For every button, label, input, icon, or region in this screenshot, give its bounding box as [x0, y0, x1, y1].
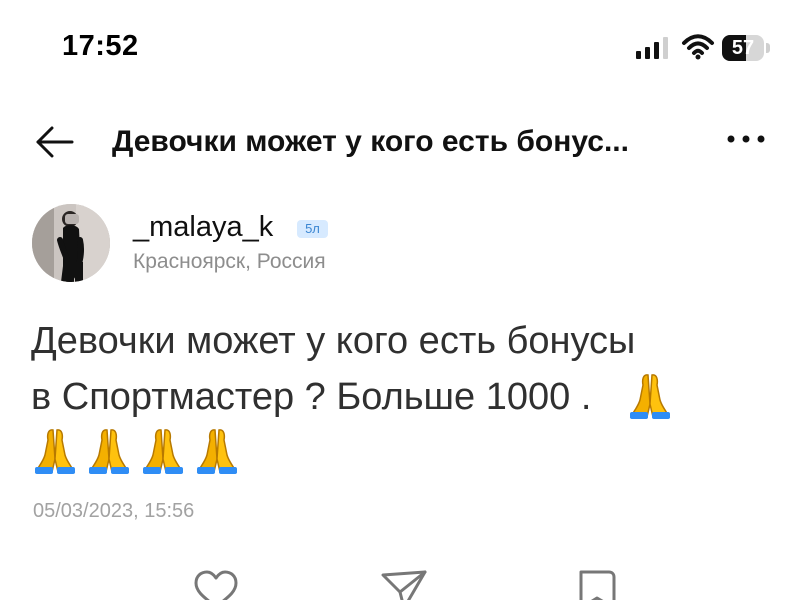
- folded-hands-icon: [139, 424, 187, 476]
- folded-hands-icon: [193, 424, 241, 476]
- signal-icon: [636, 37, 668, 59]
- account-age-badge: 5л: [297, 220, 328, 238]
- battery-tip: [766, 43, 770, 53]
- emoji-row: [31, 424, 271, 478]
- back-arrow-icon[interactable]: [32, 123, 76, 161]
- folded-hands-icon: [626, 369, 674, 421]
- post-text-line: Девочки может у кого есть бонусы: [31, 320, 636, 362]
- bookmark-icon[interactable]: [573, 568, 623, 600]
- wifi-icon: [682, 34, 714, 60]
- post-text-line: в Спортмастер ? Больше 1000 .: [31, 369, 674, 425]
- author-avatar[interactable]: [32, 204, 110, 282]
- status-bar: 17:52 57: [0, 0, 806, 96]
- heart-icon[interactable]: [191, 568, 241, 600]
- battery-body: 57: [722, 35, 764, 61]
- avatar-photo: [32, 204, 110, 282]
- thread-screen: 17:52 57 Девочки может у кого есть бонус…: [0, 0, 806, 600]
- author-name[interactable]: _malaya_k: [133, 209, 273, 245]
- more-icon[interactable]: [718, 124, 774, 154]
- folded-hands-icon: [31, 424, 79, 476]
- author-location: Красноярск, Россия: [133, 250, 326, 273]
- battery-icon: 57: [722, 35, 770, 61]
- battery-percent: 57: [731, 37, 755, 59]
- status-time: 17:52: [62, 30, 139, 62]
- thread-title: Девочки может у кого есть бонус...: [112, 125, 629, 158]
- post-date: 05/03/2023, 15:56: [33, 500, 195, 522]
- post-text-segment: в Спортмастер ? Больше 1000 .: [31, 376, 592, 418]
- thread-header: Девочки может у кого есть бонус...: [0, 104, 806, 174]
- folded-hands-icon: [85, 424, 133, 476]
- send-icon[interactable]: [379, 568, 429, 600]
